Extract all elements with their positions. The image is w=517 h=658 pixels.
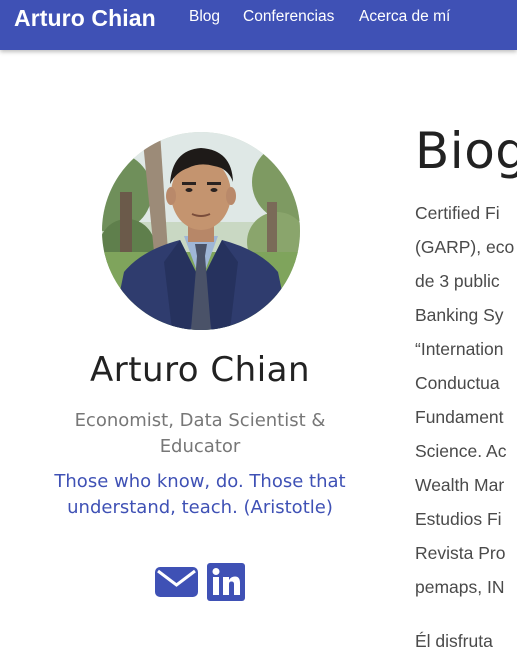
- profile-name: Arturo Chian: [89, 350, 311, 390]
- profile-role: Economist, Data Scientist & Educator: [74, 410, 326, 457]
- profile-quote: Those who know, do. Those that understan…: [54, 471, 346, 518]
- top-navbar: Arturo Chian Blog Conferencias Acerca de…: [0, 0, 517, 50]
- bio-line: Conductua: [415, 373, 500, 393]
- bio-line: Estudios Fi: [415, 509, 502, 529]
- envelope-icon: [155, 567, 198, 597]
- avatar-photo: [102, 132, 300, 330]
- bio-line: de 3 public: [415, 271, 500, 291]
- biography-text: Certified Fi (GARP), eco de 3 public Ban…: [415, 196, 517, 604]
- bio-line: Revista Pro: [415, 543, 506, 563]
- brand-link[interactable]: Arturo Chian: [14, 5, 156, 32]
- bio-line: (GARP), eco: [415, 237, 515, 257]
- bio-line: Wealth Mar: [415, 475, 505, 495]
- bio-line: Fundament: [415, 407, 504, 427]
- bio-line: Science. Ac: [415, 441, 507, 461]
- bio-line: pemaps, IN: [415, 577, 505, 597]
- bio-line: “Internation: [415, 339, 504, 359]
- nav-link-conferencias[interactable]: Conferencias: [243, 8, 334, 26]
- avatar: [102, 132, 300, 330]
- bio-line: Banking Sy: [415, 305, 504, 325]
- bio-line: Certified Fi: [415, 203, 500, 223]
- linkedin-icon: [207, 563, 245, 601]
- nav-link-blog[interactable]: Blog: [189, 8, 220, 26]
- linkedin-link[interactable]: [207, 563, 245, 606]
- biography-title: Biog: [415, 122, 517, 180]
- nav-link-acerca[interactable]: Acerca de mí: [359, 8, 450, 26]
- biography-second-paragraph: Él disfruta: [415, 631, 493, 651]
- email-link[interactable]: [155, 563, 198, 606]
